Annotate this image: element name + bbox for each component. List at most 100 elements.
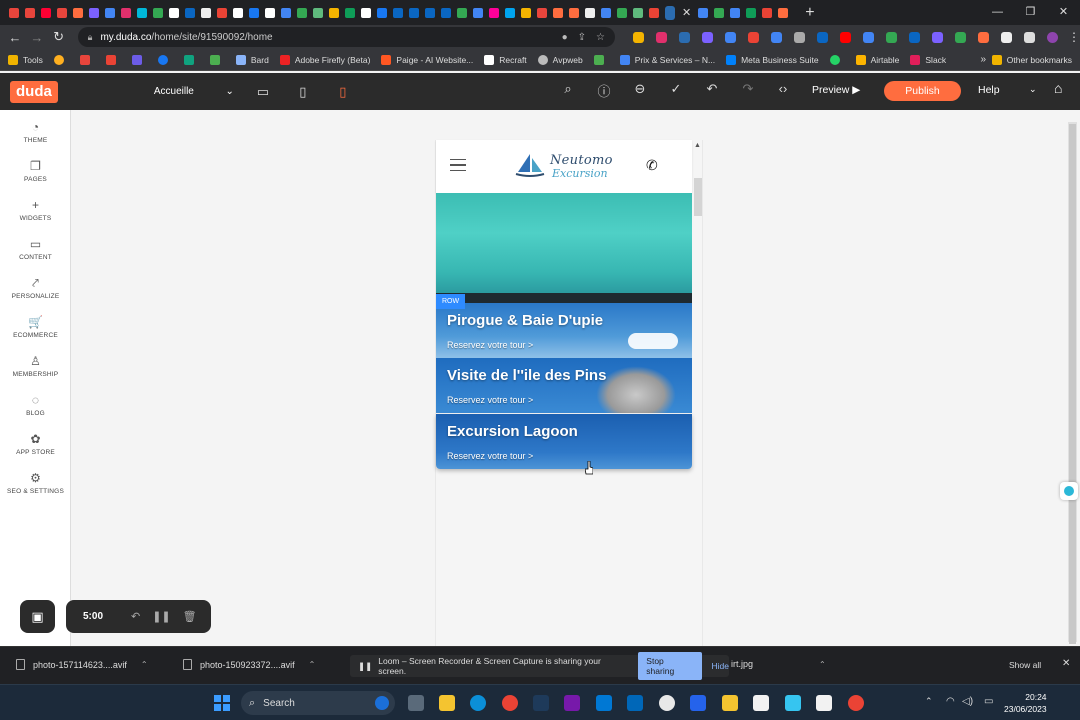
tab-favicon[interactable] [329,7,339,18]
tab-favicon[interactable] [505,7,515,18]
tab-favicon[interactable] [730,7,741,18]
extension-icon[interactable] [655,31,667,43]
tab-favicon[interactable] [585,7,595,18]
bookmark-item[interactable]: Meta Business Suite [726,54,819,65]
app-icon[interactable] [690,695,706,711]
extension-icon[interactable] [632,31,644,43]
chevron-down-icon[interactable]: ⌄ [1029,84,1037,95]
bookmark-item[interactable] [157,54,173,65]
sidebar-item-ecommerce[interactable]: 🛒 ECOMMERCE [0,315,71,339]
tab-favicon[interactable] [281,7,291,18]
help-button[interactable]: Help [978,84,1000,96]
preview-button[interactable]: Preview ▶ [812,84,860,96]
vscode-icon[interactable] [596,695,612,711]
tab-favicon[interactable] [746,7,757,18]
tab-favicon[interactable] [521,7,531,18]
mobile-view-icon[interactable]: ▯ [334,84,352,100]
tab-favicon[interactable] [762,7,773,18]
tour-card[interactable]: Excursion Lagoon Reservez votre tour > [436,414,692,469]
duda-logo[interactable]: duda [10,80,58,103]
tab-favicon[interactable] [617,7,627,18]
bookmark-item[interactable]: Adobe Firefly (Beta) [279,54,370,65]
extension-icon[interactable] [770,31,782,43]
tour-card[interactable]: Pirogue & Baie D'upie Reservez votre tou… [436,303,692,358]
tour-card-link[interactable]: Reservez votre tour > [447,340,533,350]
tab-favicon[interactable] [297,7,307,18]
reload-icon[interactable]: ↻ [48,29,70,45]
tab-favicon[interactable] [361,7,371,18]
tab-favicon[interactable] [441,7,451,18]
search-icon[interactable]: ⌕ [558,81,578,97]
store-icon[interactable] [627,695,643,711]
download-item[interactable]: photo-150923372....avif ⌃ [183,659,315,670]
tab-favicon[interactable] [393,7,403,18]
desktop-view-icon[interactable]: ▭ [254,84,272,100]
share-icon[interactable]: ⇪ [578,32,586,43]
tab-favicon[interactable] [377,7,387,18]
url-input[interactable]: 🔒︎ my.duda.co /home/site/91590092/home ●… [77,27,615,47]
extension-icon[interactable] [977,31,989,43]
trash-icon[interactable]: 🗑︎ [183,610,197,623]
maps-icon[interactable] [659,695,675,711]
bookmark-item[interactable]: Tools [8,54,43,65]
site-header[interactable]: Neutomo Excursion ✆ [436,140,692,193]
forward-icon[interactable]: → [26,30,48,45]
tab-favicon[interactable] [425,7,435,18]
show-all-downloads-button[interactable]: Show all [1009,660,1041,670]
phone-icon[interactable]: ✆ [646,157,658,174]
tab-favicon[interactable] [537,7,547,18]
sidebar-item-widgets[interactable]: + WIDGETS [0,198,71,222]
extension-icon[interactable] [931,31,943,43]
close-window-button[interactable]: ✕ [1047,0,1080,25]
windows-start-icon[interactable] [214,695,230,711]
bookmark-item[interactable] [829,54,845,65]
taskbar-search[interactable]: ⌕ Search [241,691,395,715]
extension-icon[interactable] [678,31,690,43]
tab-favicon[interactable] [89,7,99,18]
preview-scrollbar[interactable] [694,178,702,216]
mobile-preview-canvas[interactable]: Neutomo Excursion ✆ ▲ Pirogue & Baie D'u… [435,140,703,646]
home-icon[interactable]: ⌂ [1054,80,1062,96]
extension-icon[interactable] [885,31,897,43]
bookmark-item[interactable] [131,54,147,65]
bookmark-item[interactable] [79,54,95,65]
mic-icon[interactable]: ● [562,32,568,43]
extension-icon[interactable] [908,31,920,43]
download-item[interactable]: irt.jpg ⌃ [731,659,826,669]
extension-icon[interactable] [793,31,805,43]
other-bookmarks[interactable]: Other bookmarks [991,54,1072,65]
tour-card-link[interactable]: Reservez votre tour > [447,395,533,405]
avatar[interactable] [1046,31,1058,43]
side-panel-icon[interactable] [1023,31,1035,43]
tab-favicon[interactable] [57,7,67,18]
publish-button[interactable]: Publish [884,81,961,101]
sticky-notes-icon[interactable] [722,695,738,711]
tab-favicon[interactable] [73,7,83,18]
close-icon[interactable]: ✕ [1062,658,1070,669]
chevron-up-icon[interactable]: ⌃ [309,660,316,669]
tab-favicon[interactable] [569,7,579,18]
extension-icon[interactable] [954,31,966,43]
tab-favicon[interactable] [649,7,659,18]
file-explorer-icon[interactable] [439,695,455,711]
editor-scrollbar-thumb[interactable] [1069,124,1076,644]
menu-kebab-icon[interactable]: ⋮ [1068,30,1080,44]
maximize-button[interactable]: ❐ [1014,0,1047,25]
info-icon[interactable]: ⓘ [594,81,614,100]
tab-favicon[interactable] [217,7,227,18]
lock-icon[interactable]: 🔒︎ [88,32,93,43]
sidebar-item-blog[interactable]: ◌ BLOG [0,393,71,417]
tab-favicon[interactable] [121,7,131,18]
scroll-up-icon[interactable]: ▲ [694,142,701,149]
chevron-up-icon[interactable]: ⌃ [925,696,933,707]
tablet-view-icon[interactable]: ▯ [294,84,312,100]
extension-icon[interactable] [839,31,851,43]
slack-icon[interactable] [785,695,801,711]
extension-icon[interactable] [701,31,713,43]
document-icon[interactable] [816,695,832,711]
more-bookmarks-icon[interactable]: » [980,54,986,65]
pause-icon[interactable]: ❚❚ [152,610,170,623]
app-icon[interactable] [533,695,549,711]
sidebar-item-personalize[interactable]: ⤤ PERSONALIZE [0,276,71,300]
bookmark-item[interactable] [593,54,609,65]
